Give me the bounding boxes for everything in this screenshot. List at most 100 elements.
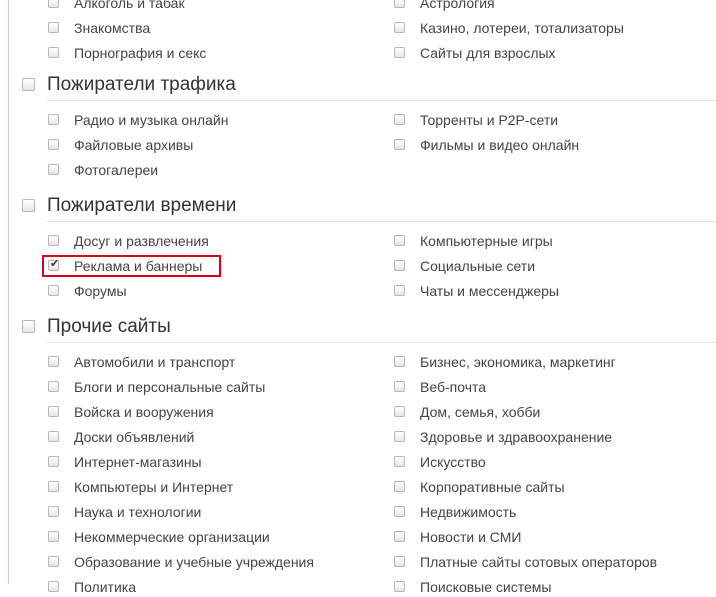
category-checkbox[interactable]: [48, 456, 59, 467]
section-checkbox[interactable]: [22, 199, 35, 212]
category-label[interactable]: Радио и музыка онлайн: [74, 110, 228, 130]
checkbox-box[interactable]: [394, 506, 405, 517]
category-checkbox[interactable]: [48, 556, 59, 567]
category-label[interactable]: Фильмы и видео онлайн: [420, 135, 579, 155]
category-label[interactable]: Бизнес, экономика, маркетинг: [420, 352, 616, 372]
checkbox-box[interactable]: [394, 406, 405, 417]
checkbox-box[interactable]: [22, 199, 35, 212]
category-checkbox[interactable]: [48, 114, 59, 125]
category-label[interactable]: Доски объявлений: [74, 427, 194, 447]
category-label[interactable]: Искусство: [420, 452, 486, 472]
checkbox-box[interactable]: [48, 164, 59, 175]
checkbox-box[interactable]: [48, 235, 59, 246]
category-checkbox[interactable]: [48, 531, 59, 542]
category-label[interactable]: Политика: [74, 577, 136, 597]
category-checkbox[interactable]: [48, 481, 59, 492]
category-label[interactable]: Поисковые системы: [420, 577, 551, 597]
category-checkbox[interactable]: [48, 406, 59, 417]
category-label[interactable]: Интернет-магазины: [74, 452, 202, 472]
category-label[interactable]: Некоммерческие организации: [74, 527, 270, 547]
category-label[interactable]: Новости и СМИ: [420, 527, 521, 547]
category-label[interactable]: Форумы: [74, 281, 127, 301]
category-checkbox[interactable]: [394, 431, 405, 442]
checkbox-box[interactable]: [48, 531, 59, 542]
category-label[interactable]: Веб-почта: [420, 377, 486, 397]
category-checkbox[interactable]: [48, 506, 59, 517]
category-checkbox[interactable]: [48, 381, 59, 392]
category-label[interactable]: Платные сайты сотовых операторов: [420, 552, 657, 572]
category-label[interactable]: Здоровье и здравоохранение: [420, 427, 612, 447]
category-label[interactable]: Войска и вооружения: [74, 402, 214, 422]
checkbox-box[interactable]: [394, 22, 405, 33]
checkbox-box[interactable]: [394, 47, 405, 58]
category-label[interactable]: Сайты для взрослых: [420, 43, 556, 63]
checkbox-box[interactable]: [48, 556, 59, 567]
category-checkbox[interactable]: [48, 356, 59, 367]
category-checkbox[interactable]: [394, 235, 405, 246]
checkbox-box[interactable]: [394, 235, 405, 246]
category-checkbox[interactable]: [48, 47, 59, 58]
checkbox-box[interactable]: [48, 114, 59, 125]
category-checkbox[interactable]: [394, 506, 405, 517]
category-checkbox[interactable]: [48, 431, 59, 442]
category-checkbox[interactable]: [394, 114, 405, 125]
category-checkbox[interactable]: [394, 22, 405, 33]
checkbox-box[interactable]: [394, 581, 405, 592]
checkbox-box[interactable]: [48, 481, 59, 492]
category-label[interactable]: Файловые архивы: [74, 135, 193, 155]
checkbox-box[interactable]: [48, 22, 59, 33]
checkbox-box[interactable]: [394, 531, 405, 542]
checkbox-box[interactable]: [48, 381, 59, 392]
category-checkbox[interactable]: [394, 456, 405, 467]
category-label[interactable]: Астрология: [420, 0, 495, 13]
checkbox-box[interactable]: [22, 320, 35, 333]
checkbox-box[interactable]: [394, 356, 405, 367]
category-label[interactable]: Компьютеры и Интернет: [74, 477, 233, 497]
category-label[interactable]: Компьютерные игры: [420, 231, 553, 251]
category-checkbox[interactable]: [394, 0, 405, 8]
checkbox-box[interactable]: [48, 581, 59, 592]
checkbox-box[interactable]: [48, 406, 59, 417]
category-label[interactable]: Алкоголь и табак: [74, 0, 185, 13]
category-label[interactable]: Фотогалереи: [74, 160, 158, 180]
category-label[interactable]: Автомобили и транспорт: [74, 352, 235, 372]
category-checkbox[interactable]: [48, 164, 59, 175]
checkbox-box[interactable]: [394, 431, 405, 442]
checkbox-box[interactable]: [394, 260, 405, 271]
category-label[interactable]: Торренты и P2P-сети: [420, 110, 558, 130]
section-checkbox[interactable]: [22, 320, 35, 333]
category-checkbox[interactable]: [394, 285, 405, 296]
category-label[interactable]: Недвижимость: [420, 502, 516, 522]
checkbox-box[interactable]: [48, 285, 59, 296]
category-checkbox[interactable]: [394, 581, 405, 592]
category-label[interactable]: Чаты и мессенджеры: [420, 281, 559, 301]
category-label[interactable]: Блоги и персональные сайты: [74, 377, 265, 397]
category-checkbox[interactable]: [48, 22, 59, 33]
checkbox-box[interactable]: [48, 47, 59, 58]
category-label[interactable]: Наука и технологии: [74, 502, 201, 522]
category-checkbox[interactable]: [394, 356, 405, 367]
checkbox-box[interactable]: [394, 481, 405, 492]
checkbox-box[interactable]: [22, 78, 35, 91]
category-label[interactable]: Социальные сети: [420, 256, 535, 276]
checkbox-box[interactable]: [48, 0, 59, 8]
category-checkbox[interactable]: [394, 556, 405, 567]
checkbox-box[interactable]: [394, 456, 405, 467]
category-checkbox[interactable]: [48, 581, 59, 592]
checkbox-box[interactable]: [48, 506, 59, 517]
category-label[interactable]: Знакомства: [74, 18, 150, 38]
checkbox-box[interactable]: [394, 0, 405, 8]
category-checkbox[interactable]: [394, 531, 405, 542]
category-checkbox[interactable]: [48, 235, 59, 246]
category-checkbox[interactable]: [394, 406, 405, 417]
category-checkbox[interactable]: [48, 139, 59, 150]
checkbox-box[interactable]: [48, 139, 59, 150]
checkbox-box[interactable]: [48, 456, 59, 467]
category-label[interactable]: Досуг и развлечения: [74, 231, 209, 251]
checkbox-box[interactable]: [394, 556, 405, 567]
checkbox-box[interactable]: [48, 431, 59, 442]
category-label[interactable]: Казино, лотереи, тотализаторы: [420, 18, 624, 38]
checkbox-box[interactable]: [394, 114, 405, 125]
category-label[interactable]: Дом, семья, хобби: [420, 402, 540, 422]
category-label[interactable]: Порнография и секс: [74, 43, 206, 63]
